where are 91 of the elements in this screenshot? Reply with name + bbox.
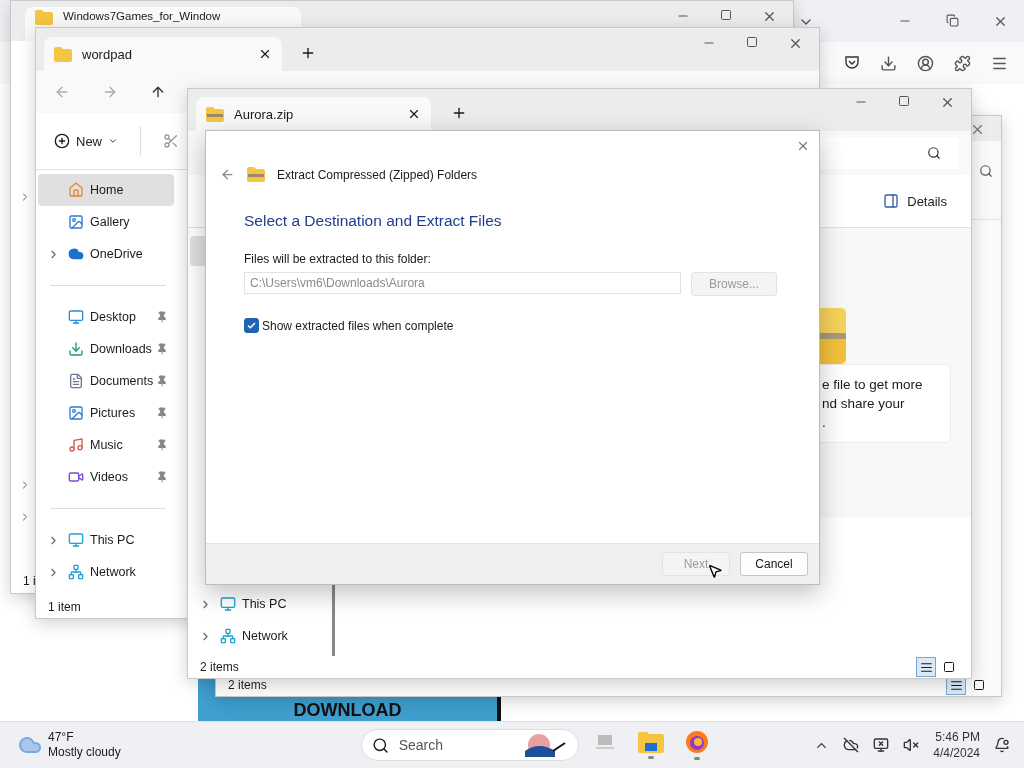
banner-text: DOWNLOAD — [293, 701, 402, 719]
mouse-cursor — [707, 563, 723, 579]
zip-folder-icon — [247, 167, 265, 182]
status-text: 2 items — [228, 678, 267, 692]
network-icon — [220, 628, 236, 644]
computer-icon — [68, 532, 84, 548]
cancel-button[interactable]: Cancel — [740, 552, 808, 576]
search-icon[interactable] — [979, 164, 993, 178]
taskbar-search[interactable]: Search — [360, 729, 579, 761]
music-icon — [68, 437, 84, 453]
maximize-icon[interactable] — [746, 36, 758, 48]
folder-tab[interactable]: Aurora.zip — [196, 97, 431, 131]
network-status-icon[interactable] — [873, 737, 890, 753]
download-icon[interactable] — [880, 54, 897, 72]
sidebar-item[interactable]: Music — [38, 429, 174, 461]
field-label: Files will be extracted to this folder: — [244, 252, 432, 266]
tiles-view-icon — [943, 661, 955, 673]
path-field[interactable]: C:\Users\vm6\Downloads\Aurora — [244, 272, 681, 294]
cut-icon[interactable] — [163, 133, 179, 149]
new-tab-icon[interactable] — [451, 105, 467, 121]
close-tab-icon[interactable] — [258, 47, 272, 61]
sidebar-item[interactable]: Videos — [38, 461, 174, 493]
dialog-heading: Select a Destination and Extract Files — [244, 212, 503, 230]
checkmark-icon — [247, 321, 256, 330]
browser-icon[interactable] — [684, 730, 709, 754]
close-tab-icon[interactable] — [407, 107, 421, 121]
pictures-icon — [68, 405, 84, 421]
dialog-title: Extract Compressed (Zipped) Folders — [277, 167, 478, 182]
close-icon[interactable] — [970, 122, 985, 137]
new-tab-icon[interactable] — [300, 45, 316, 61]
sidebar-item[interactable]: Desktop — [38, 301, 174, 333]
sidebar-item[interactable]: Downloads — [38, 333, 174, 365]
status-text: 2 items — [200, 660, 239, 674]
temperature: 47°F — [48, 730, 75, 745]
close-icon[interactable] — [993, 14, 1008, 29]
download-icon — [68, 341, 84, 357]
up-icon[interactable] — [150, 84, 166, 100]
network-icon — [68, 564, 84, 580]
status-text: 1 i — [23, 574, 36, 588]
pocket-icon[interactable] — [844, 55, 860, 71]
details-view-icon — [919, 660, 933, 674]
sidebar-item[interactable]: Pictures — [38, 397, 174, 429]
checkbox-label: Show extracted files when complete — [262, 318, 454, 333]
close-icon[interactable] — [762, 9, 777, 24]
details-pane-icon — [883, 193, 900, 209]
details-button[interactable]: Details — [883, 193, 947, 209]
account-icon[interactable] — [917, 54, 934, 72]
close-icon[interactable] — [796, 139, 810, 153]
desktop-icon — [68, 309, 84, 325]
restore-icon[interactable] — [946, 14, 959, 27]
sidebar-item[interactable]: OneDrive — [38, 238, 174, 270]
extensions-icon[interactable] — [954, 54, 971, 72]
maximize-icon[interactable] — [720, 9, 732, 21]
tiles-view-icon — [973, 679, 985, 691]
sidebar-item[interactable]: Home — [38, 174, 174, 206]
weather-condition: Mostly cloudy — [48, 745, 121, 760]
status-text: 1 item — [48, 600, 81, 614]
close-icon[interactable] — [940, 95, 955, 110]
notification-icon[interactable] — [994, 737, 1010, 753]
chevron-down-icon — [108, 136, 118, 146]
home-icon — [68, 182, 84, 198]
search-input[interactable]: Search — [396, 736, 511, 754]
folder-icon — [54, 46, 72, 62]
details-view-icon — [949, 678, 963, 692]
checkbox[interactable] — [244, 318, 259, 333]
sidebar-item[interactable]: This PC — [190, 588, 330, 620]
cloud-icon — [68, 246, 84, 262]
sidebar-item[interactable]: Network — [38, 556, 174, 588]
zip-folder-icon — [206, 106, 224, 122]
sidebar-item[interactable]: Gallery — [38, 206, 174, 238]
cloud-off-icon[interactable] — [843, 737, 860, 753]
computer-icon — [220, 596, 236, 612]
maximize-icon[interactable] — [898, 95, 910, 107]
folder-icon — [35, 10, 53, 25]
clock[interactable]: 5:46 PM 4/4/2024 — [933, 729, 980, 761]
mute-icon[interactable] — [903, 737, 920, 753]
search-icon — [927, 146, 941, 160]
file-explorer-icon[interactable] — [637, 731, 664, 753]
document-icon — [68, 373, 84, 389]
close-icon[interactable] — [788, 36, 803, 51]
view-button[interactable] — [916, 657, 936, 677]
sidebar-item[interactable]: Documents — [38, 365, 174, 397]
new-button[interactable]: New — [54, 133, 118, 149]
sidebar-item[interactable]: This PC — [38, 524, 174, 556]
sidebar-item[interactable]: Network — [190, 620, 330, 652]
plus-circle-icon — [54, 133, 70, 149]
search-icon — [371, 736, 389, 754]
back-icon[interactable] — [220, 167, 235, 182]
folder-tab[interactable]: wordpad — [44, 37, 282, 71]
gallery-icon — [68, 214, 84, 230]
video-icon — [68, 469, 84, 485]
